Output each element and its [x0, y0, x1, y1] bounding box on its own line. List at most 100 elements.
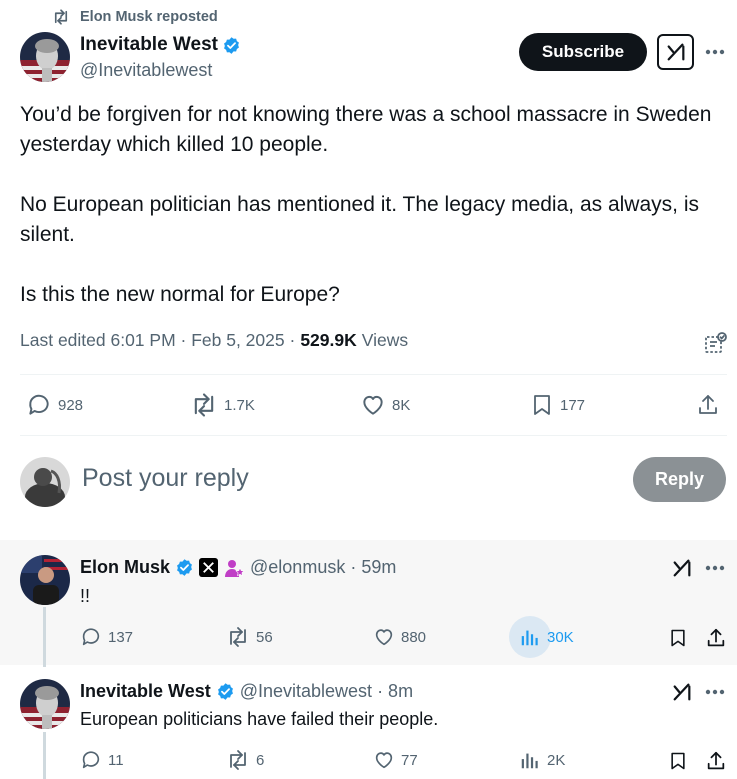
author-handle[interactable]: @Inevitablewest: [80, 60, 212, 81]
grok-icon: [671, 681, 693, 703]
share-button[interactable]: [705, 750, 727, 772]
reply-button[interactable]: Reply: [633, 457, 726, 502]
repost-icon: [52, 9, 70, 25]
heart-icon: [360, 392, 386, 418]
repost-icon: [190, 392, 218, 418]
repost-label: Elon Musk reposted: [80, 9, 218, 25]
share-button[interactable]: [705, 627, 727, 649]
repost-count: 6: [256, 751, 265, 769]
reply-author-name[interactable]: Elon Musk: [80, 557, 170, 578]
reply-action[interactable]: 137: [80, 626, 133, 648]
reply-action[interactable]: 11: [80, 749, 124, 771]
verified-badge-icon: [222, 36, 241, 55]
tweet-text: You’d be forgiven for not knowing there …: [20, 100, 725, 310]
reply-count: 137: [108, 628, 134, 646]
repost-icon: [226, 626, 250, 648]
reply-handle[interactable]: @Inevitablewest: [240, 681, 372, 702]
tweet-paragraph: No European politician has mentioned it.…: [20, 193, 699, 246]
reply-input[interactable]: Post your reply: [82, 464, 249, 493]
like-count: 880: [401, 628, 427, 646]
bookmark-button[interactable]: [668, 627, 688, 649]
views-count: 30K: [547, 628, 574, 646]
thread-line: [43, 732, 46, 779]
author-avatar[interactable]: [20, 32, 70, 82]
share-icon: [696, 392, 720, 418]
tweet-meta: Last edited 6:01 PM · Feb 5, 2025 · 529.…: [20, 330, 408, 351]
views-action[interactable]: 30K: [519, 626, 574, 648]
reply-text: !!: [80, 586, 91, 606]
views-icon: [519, 749, 541, 771]
tweet-timestamp[interactable]: Last edited 6:01 PM · Feb 5, 2025 ·: [20, 330, 295, 351]
x-affiliate-icon[interactable]: [199, 558, 219, 577]
reply-header: Elon Musk @elonmusk · 59m: [80, 557, 396, 578]
thread-line: [43, 607, 46, 667]
reply-time[interactable]: · 59m: [350, 557, 396, 578]
reply-author-name[interactable]: Inevitable West: [80, 681, 211, 702]
grok-button[interactable]: [657, 34, 694, 70]
more-options-button[interactable]: [704, 562, 726, 574]
heart-icon: [373, 749, 395, 771]
bookmark-button[interactable]: [668, 750, 688, 772]
more-icon: [705, 689, 725, 695]
author-name-row: Inevitable West: [80, 34, 241, 56]
translate-post-button[interactable]: [704, 331, 728, 355]
bookmark-icon: [668, 627, 688, 649]
reply-action[interactable]: 928: [26, 392, 83, 418]
reply-icon: [80, 626, 102, 648]
reply-avatar[interactable]: [20, 679, 70, 729]
heart-icon: [373, 626, 395, 648]
reply-avatar[interactable]: [20, 555, 70, 605]
like-action[interactable]: 77: [373, 749, 418, 771]
more-icon: [705, 49, 725, 55]
like-count: 8K: [392, 396, 411, 414]
reply-icon: [80, 749, 102, 771]
repost-header[interactable]: Elon Musk reposted: [52, 8, 218, 26]
divider: [20, 435, 727, 436]
divider: [20, 374, 727, 375]
tweet-paragraph: Is this the new normal for Europe?: [20, 283, 340, 306]
tweet-paragraph: You’d be forgiven for not knowing there …: [20, 103, 712, 156]
share-action[interactable]: [696, 392, 720, 418]
translate-icon: [704, 331, 728, 355]
reply-count: 11: [108, 751, 124, 769]
reply-time[interactable]: · 8m: [377, 681, 413, 702]
reply-icon: [26, 392, 52, 418]
grok-button[interactable]: [671, 681, 693, 703]
reply-text: European politicians have failed their p…: [80, 709, 439, 729]
subscribe-button[interactable]: Subscribe: [519, 33, 647, 71]
verified-badge-icon: [175, 558, 194, 577]
grok-button[interactable]: [671, 557, 693, 579]
repost-action[interactable]: 1.7K: [190, 392, 255, 418]
more-icon: [705, 565, 725, 571]
repost-count: 1.7K: [224, 396, 255, 414]
reply-count: 928: [58, 396, 84, 414]
grok-icon: [671, 557, 693, 579]
author-name[interactable]: Inevitable West: [80, 34, 218, 56]
repost-count: 56: [256, 628, 273, 646]
more-options-button[interactable]: [704, 686, 726, 698]
reply-handle[interactable]: @elonmusk: [250, 557, 345, 578]
like-count: 77: [401, 751, 418, 769]
share-icon: [705, 627, 727, 649]
current-user-avatar[interactable]: [20, 457, 70, 507]
views-count: 2K: [547, 751, 566, 769]
share-icon: [705, 750, 727, 772]
like-action[interactable]: 880: [373, 626, 426, 648]
bookmark-count: 177: [560, 396, 586, 414]
creator-badge-icon[interactable]: [223, 558, 245, 578]
more-options-button[interactable]: [704, 42, 726, 62]
bookmark-action[interactable]: 177: [530, 392, 585, 418]
reply-header: Inevitable West @Inevitablewest · 8m: [80, 681, 413, 702]
repost-action[interactable]: 56: [226, 626, 273, 648]
views-count: 529.9K: [300, 330, 357, 350]
views-label: Views: [361, 330, 409, 350]
views-action[interactable]: 2K: [519, 749, 565, 771]
like-action[interactable]: 8K: [360, 392, 410, 418]
repost-action[interactable]: 6: [226, 749, 264, 771]
bookmark-icon: [668, 750, 688, 772]
grok-icon: [665, 41, 687, 63]
verified-badge-icon: [216, 682, 235, 701]
bookmark-icon: [530, 392, 554, 418]
repost-icon: [226, 749, 250, 771]
views-icon: [519, 626, 541, 648]
